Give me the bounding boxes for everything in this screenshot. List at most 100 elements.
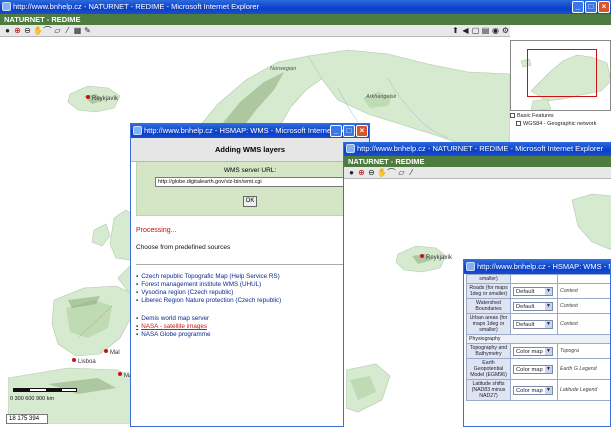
layer-name: Earth Geopotential Model (EGM96) [466,358,511,380]
pan-tool-icon[interactable]: ✋ [377,168,387,177]
source-link[interactable]: Czech republic Topografic Map (Help Serv… [136,273,369,281]
city-label: Mal [110,350,120,356]
wms-dialog-title: http://www.bnhelp.cz - HSMAP: WMS - Micr… [144,126,357,135]
ie-logo-icon [2,2,11,11]
city-marker[interactable] [86,95,90,99]
source-link[interactable]: Forest management institute WMS (UHUL) [136,281,369,289]
zoom-out-tool-icon[interactable]: ⊖ [367,168,376,177]
maximize-icon[interactable]: □ [585,1,597,13]
checkbox-icon[interactable] [510,113,515,119]
measure-tool-icon[interactable]: ⌒ [43,26,52,35]
wms-layers-dialog: http://www.bnhelp.cz - HSMAP: WMS - Micr… [463,259,611,427]
source-link[interactable]: NASA Globe programme [136,331,369,339]
layers-tool-icon[interactable]: ▤ [481,26,490,35]
layer-description: Context [557,298,610,314]
city-marker[interactable] [104,349,108,353]
chevron-down-icon[interactable]: ▼ [545,320,552,328]
zoom-out-tool-icon[interactable]: ⊖ [23,26,32,35]
source-link[interactable]: Liberec Region Nature protection (Czech … [136,297,369,305]
globe-tool-icon[interactable]: ◉ [491,26,500,35]
layers-table: smaller) Roads (for maps 1deg or smaller… [466,274,610,401]
pan-tool-icon[interactable]: ✋ [33,26,43,35]
wms-dialog: http://www.bnhelp.cz - HSMAP: WMS - Micr… [130,123,370,427]
page-tool-icon[interactable]: ▢ [471,26,480,35]
measure-tool-icon[interactable]: ⌒ [387,168,396,177]
layer-name: Urban areas (for maps 1deg or smaller) [466,313,511,335]
chevron-down-icon[interactable]: ▼ [545,347,552,355]
layers-dialog-titlebar: http://www.bnhelp.cz - HSMAP: WMS - Micr… [464,260,610,274]
chevron-down-icon[interactable]: ▼ [545,386,552,394]
pencil-tool-icon[interactable]: ✎ [83,26,92,35]
style-select[interactable]: Color map ▼ [513,364,553,374]
chevron-down-icon[interactable]: ▼ [545,287,552,295]
maximize-icon[interactable]: □ [343,125,355,137]
wms-dialog-heading: Adding WMS layers [131,138,369,162]
chevron-down-icon[interactable]: ▼ [545,302,552,310]
main-window-controls: _ □ × [572,1,610,13]
checkbox-icon[interactable] [516,121,521,127]
print-tool-icon[interactable]: ▦ [73,26,82,35]
style-select[interactable]: Color map ▼ [513,346,553,356]
layer-name: smaller) [466,274,511,284]
zoom-in-tool-icon[interactable]: ⊕ [13,26,22,35]
divider [136,264,364,265]
style-select[interactable]: Default ▼ [513,319,553,329]
processing-status: Processing... [136,227,177,234]
info-tool-icon[interactable]: ● [3,26,12,35]
city-marker[interactable] [118,372,122,376]
info-tool-icon[interactable]: ● [347,168,356,177]
style-select[interactable]: Default ▼ [513,301,553,311]
wms-server-url-input[interactable] [155,177,345,187]
predefined-sources-list: Czech republic Topografic Map (Help Serv… [136,273,369,305]
scale-labels: 0 300 600 900 km [10,396,55,402]
back-tool-icon[interactable]: ⬆ [451,26,460,35]
legend-item[interactable]: WGS84 - Geographic network [510,120,611,128]
draw-tool-icon[interactable]: ⁄ [407,168,416,177]
city-label: Reykjavík [426,255,453,261]
layer-name: Latitude shifts (NAD83 minus NAD27) [466,379,511,401]
source-link[interactable]: Demis world map server [136,315,369,323]
zoom-in-tool-icon[interactable]: ⊕ [357,168,366,177]
layer-name: Topography and Bathymetry [466,343,511,359]
chevron-down-icon[interactable]: ▼ [545,365,552,373]
second-app-title: NATURNET - REDIME [348,157,425,166]
city-marker[interactable] [72,358,76,362]
area-tool-icon[interactable]: ▱ [397,168,406,177]
overview-extent-rect[interactable] [527,49,597,97]
city-marker[interactable] [420,254,424,258]
legend-item[interactable]: Basic Features [510,112,611,120]
close-icon[interactable]: × [598,1,610,13]
minimize-icon[interactable]: _ [572,1,584,13]
table-row: Earth Geopotential Model (EGM96) Color m… [466,358,610,380]
layer-description: Context [557,283,610,299]
main-window-titlebar: http://www.bnhelp.cz - NATURNET - REDIME… [0,0,611,14]
layer-description: Latitude Legend [557,379,610,401]
settings-tool-icon[interactable]: ⚙ [501,26,510,35]
table-row: Latitude shifts (NAD83 minus NAD27) Colo… [466,379,610,401]
table-row: Urban areas (for maps 1deg or smaller) D… [466,313,610,335]
city-label: Reykjavík [92,96,119,102]
map-toolbar: ● ⊕ ⊖ ✋ ⌒ ▱ ⁄ ▦ ✎ ⬆ ◀ ▢ ▤ ◉ ⚙ [0,25,510,37]
minimize-icon[interactable]: _ [330,125,342,137]
app-header: NATURNET - REDIME [0,14,611,25]
draw-tool-icon[interactable]: ⁄ [63,26,72,35]
area-tool-icon[interactable]: ▱ [53,26,62,35]
global-sources-list: Demis world map server NASA - satellite … [136,315,369,339]
predefined-sources-label: Choose from predefined sources [136,244,231,251]
table-row: Watershed Boundaries Default ▼ Context [466,298,610,314]
app-title: NATURNET - REDIME [4,15,81,24]
layers-dialog-title: http://www.bnhelp.cz - HSMAP: WMS - Micr… [477,262,610,271]
close-icon[interactable]: × [356,125,368,137]
wms-dialog-titlebar: http://www.bnhelp.cz - HSMAP: WMS - Micr… [131,124,369,138]
table-row: Roads (for maps 1deg or smaller) Default… [466,283,610,299]
style-select[interactable]: Color map ▼ [513,385,553,395]
overview-map[interactable] [510,40,611,111]
table-row: smaller) [466,274,610,284]
ok-button[interactable]: OK [243,196,257,207]
previous-view-icon[interactable]: ◀ [461,26,470,35]
source-link[interactable]: Vysočina region (Czech republic) [136,289,369,297]
source-link-active[interactable]: NASA - satellite images [136,323,369,331]
style-select[interactable]: Default ▼ [513,286,553,296]
layer-description: Context [557,313,610,335]
scale-bar [13,388,77,392]
